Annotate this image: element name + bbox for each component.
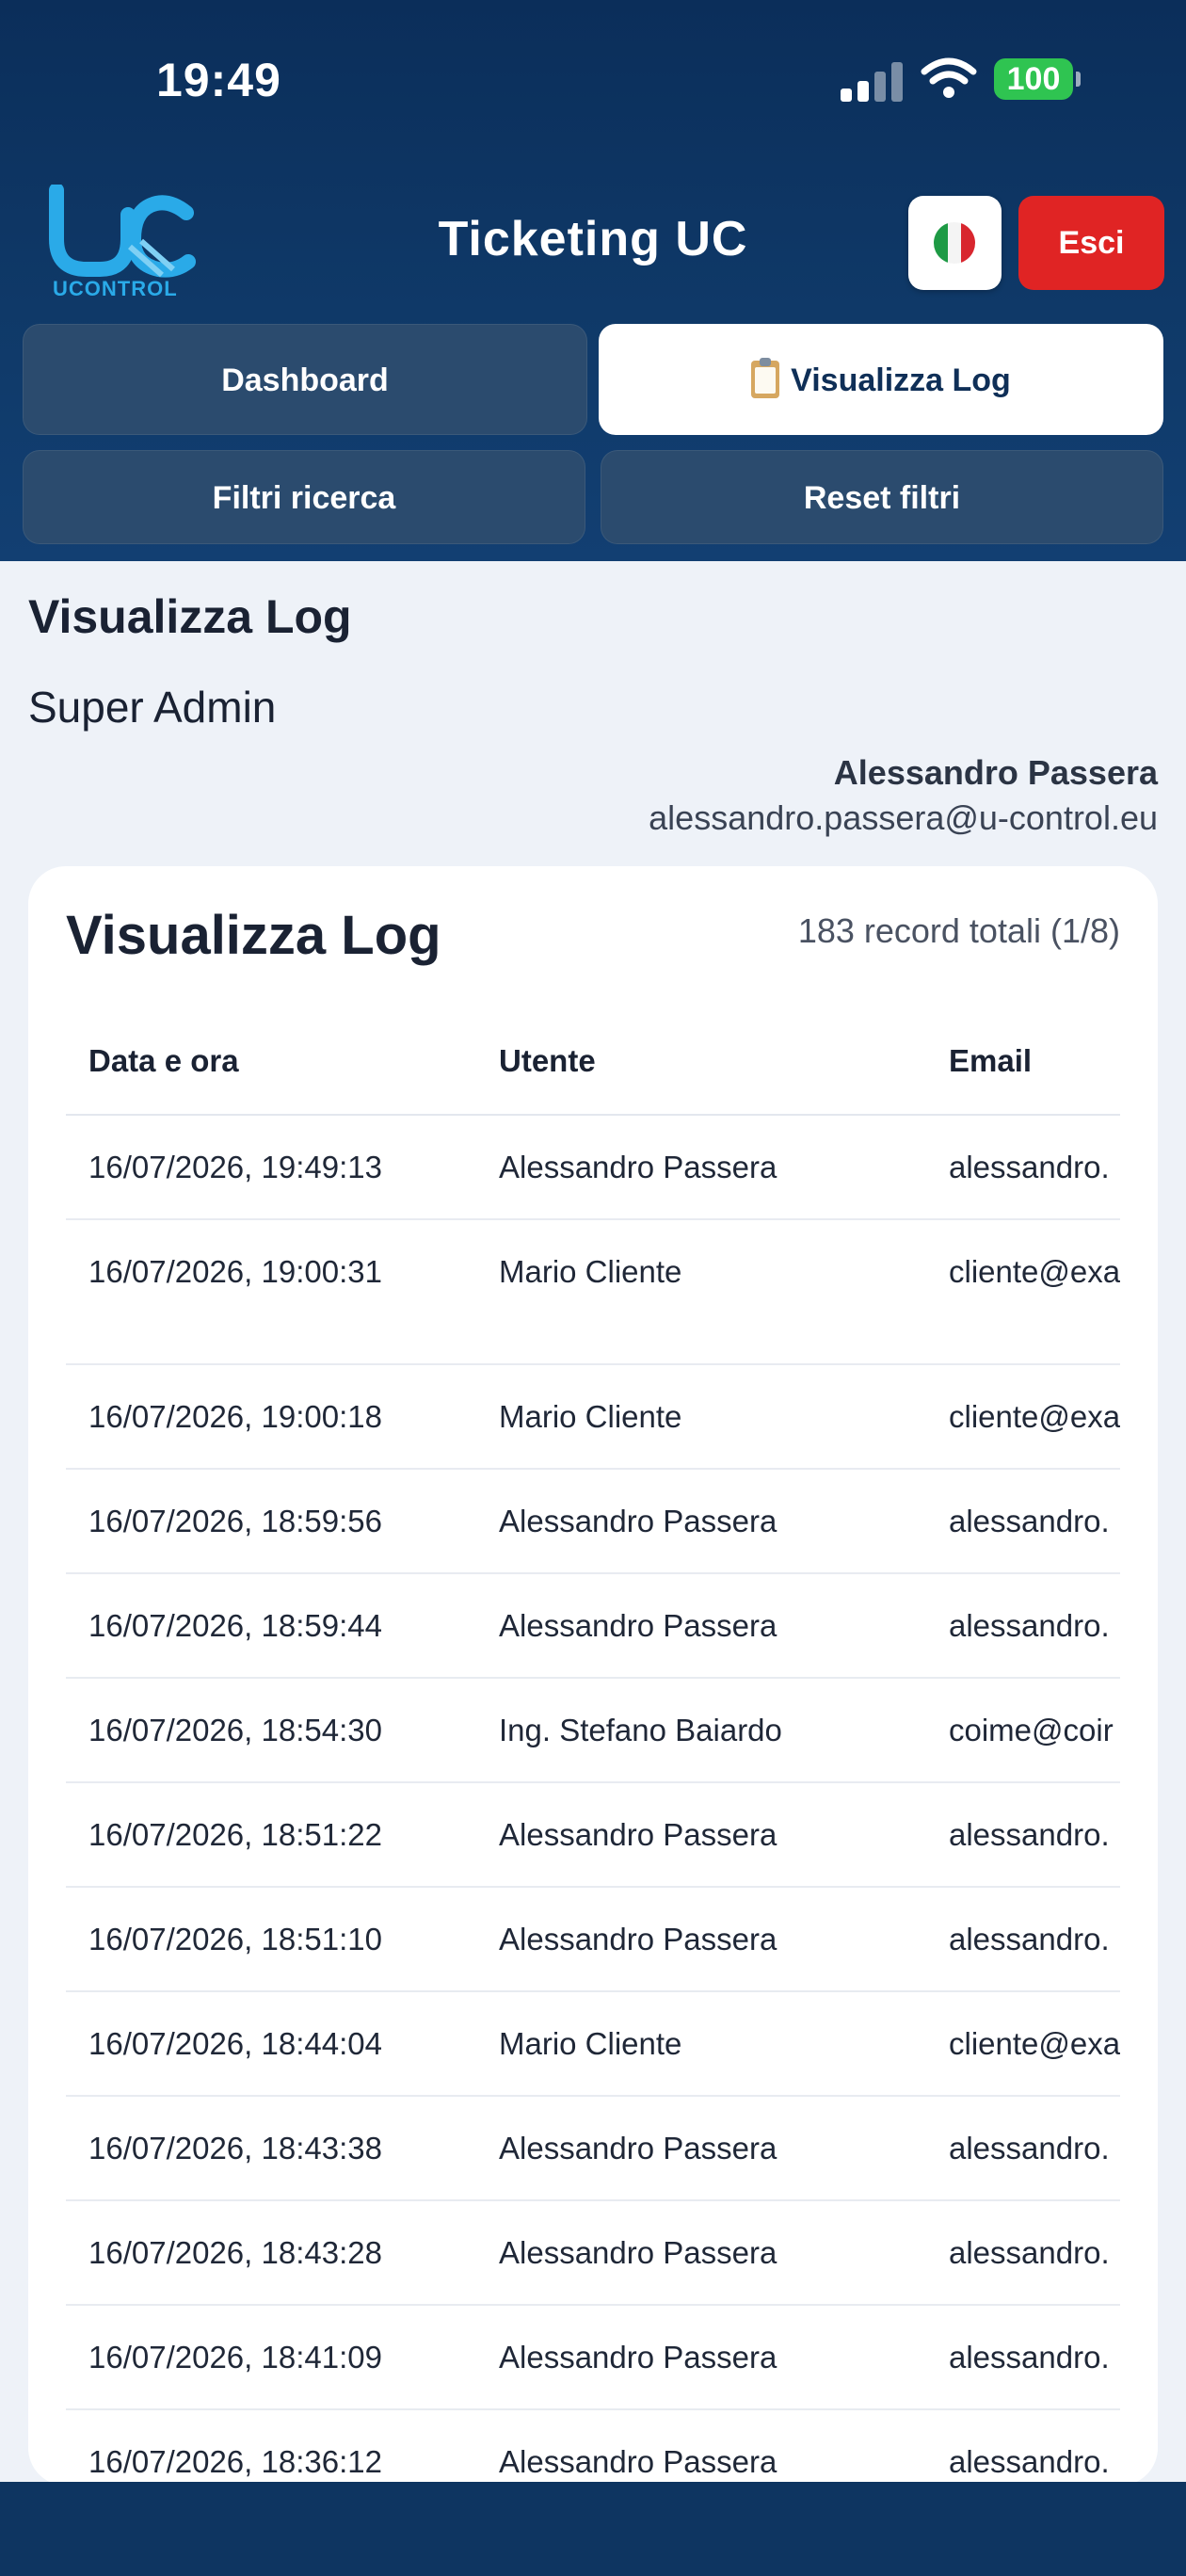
column-header-email: Email — [926, 1007, 1120, 1116]
cell-datetime: 16/07/2026, 18:59:56 — [66, 1469, 476, 1574]
cell-user: Alessandro Passera — [476, 2200, 926, 2306]
cell-email: alessandro. — [926, 1115, 1120, 1220]
cell-datetime: 16/07/2026, 18:54:30 — [66, 1678, 476, 1783]
logo-text: UCONTROL — [53, 277, 178, 300]
table-header-row: Data e ora Utente Email — [66, 1007, 1120, 1116]
language-button[interactable] — [908, 196, 1002, 290]
cell-datetime: 16/07/2026, 18:59:44 — [66, 1573, 476, 1679]
table-row[interactable]: 16/07/2026, 18:43:38 Alessandro Passera al… — [66, 2096, 1120, 2201]
cell-user: Alessandro Passera — [476, 1573, 926, 1679]
table-row[interactable]: 16/07/2026, 18:36:12 Alessandro Passera al… — [66, 2409, 1120, 2486]
log-card-title: Visualizza Log — [66, 905, 441, 966]
table-row[interactable]: 16/07/2026, 19:00:31 Mario Cliente cliente… — [66, 1219, 1120, 1365]
cell-email: alessandro. — [926, 1573, 1120, 1679]
record-count: 183 record totali (1/8) — [797, 911, 1120, 950]
logout-button[interactable]: Esci — [1018, 196, 1164, 290]
cell-email: coime@coir — [926, 1678, 1120, 1783]
cell-email: alessandro. — [926, 1782, 1120, 1888]
cell-email: alessandro. — [926, 2305, 1120, 2410]
user-role: Super Admin — [28, 683, 277, 732]
cell-user: Ing. Stefano Baiardo — [476, 1678, 926, 1783]
cellular-signal-icon — [841, 58, 903, 102]
table-row[interactable]: 16/07/2026, 18:41:09 Alessandro Passera al… — [66, 2305, 1120, 2410]
table-row[interactable]: 16/07/2026, 18:51:10 Alessandro Passera al… — [66, 1887, 1120, 1992]
table-row[interactable]: 16/07/2026, 18:54:30 Ing. Stefano Baiardo… — [66, 1678, 1120, 1783]
table-row[interactable]: 16/07/2026, 19:49:13 Alessandro Passera al… — [66, 1115, 1120, 1220]
status-time: 19:49 — [156, 54, 281, 106]
search-filters-label: Filtri ricerca — [212, 480, 396, 516]
cell-email: alessandro. — [926, 1887, 1120, 1992]
view-log-label: Visualizza Log — [791, 362, 1011, 398]
user-name: Alessandro Passera — [833, 753, 1158, 792]
cell-datetime: 16/07/2026, 18:43:28 — [66, 2200, 476, 2306]
cell-user: Alessandro Passera — [476, 2409, 926, 2486]
app-header: 19:49 100 UCONTROL Ticketing UC Esci Das… — [0, 0, 1186, 561]
table-row[interactable]: 16/07/2026, 18:59:56 Alessandro Passera al… — [66, 1469, 1120, 1574]
table-row[interactable]: 16/07/2026, 18:59:44 Alessandro Passera al… — [66, 1573, 1120, 1679]
cell-email: alessandro. — [926, 2409, 1120, 2486]
cell-datetime: 16/07/2026, 18:43:38 — [66, 2096, 476, 2201]
app-title: Ticketing UC — [438, 212, 748, 266]
log-table: Data e ora Utente Email 16/07/2026, 19:4… — [66, 1007, 1120, 2486]
cell-datetime: 16/07/2026, 19:00:31 — [66, 1219, 476, 1365]
reset-filters-button[interactable]: Reset filtri — [601, 450, 1163, 544]
cell-datetime: 16/07/2026, 18:51:22 — [66, 1782, 476, 1888]
cell-user: Alessandro Passera — [476, 1469, 926, 1574]
table-row[interactable]: 16/07/2026, 18:43:28 Alessandro Passera al… — [66, 2200, 1120, 2306]
column-header-datetime: Data e ora — [66, 1007, 476, 1116]
column-header-user: Utente — [476, 1007, 926, 1116]
cell-datetime: 16/07/2026, 19:49:13 — [66, 1115, 476, 1220]
view-log-button[interactable]: Visualizza Log — [599, 324, 1163, 435]
table-row[interactable]: 16/07/2026, 19:00:18 Mario Cliente cliente… — [66, 1364, 1120, 1470]
cell-email: alessandro. — [926, 2096, 1120, 2201]
dashboard-button[interactable]: Dashboard — [23, 324, 587, 435]
cell-datetime: 16/07/2026, 18:51:10 — [66, 1887, 476, 1992]
battery-indicator: 100 — [994, 58, 1081, 100]
table-row[interactable]: 16/07/2026, 18:51:22 Alessandro Passera al… — [66, 1782, 1120, 1888]
bottom-bar — [0, 2482, 1186, 2576]
page-title: Visualizza Log — [28, 590, 352, 643]
cell-datetime: 16/07/2026, 19:00:18 — [66, 1364, 476, 1470]
dashboard-label: Dashboard — [221, 362, 389, 398]
cell-user: Mario Cliente — [476, 1219, 926, 1365]
cell-datetime: 16/07/2026, 18:41:09 — [66, 2305, 476, 2410]
cell-email: cliente@exa — [926, 1364, 1120, 1470]
log-card: Visualizza Log 183 record totali (1/8) D… — [28, 866, 1158, 2486]
cell-email: alessandro. — [926, 2200, 1120, 2306]
cell-email: alessandro. — [926, 1469, 1120, 1574]
cell-email: cliente@exa — [926, 1991, 1120, 2097]
log-table-scroll[interactable]: Data e ora Utente Email 16/07/2026, 19:4… — [66, 1007, 1120, 2486]
cell-user: Mario Cliente — [476, 1364, 926, 1470]
cell-user: Mario Cliente — [476, 1991, 926, 2097]
wifi-icon — [921, 57, 977, 98]
cell-email: cliente@exa — [926, 1219, 1120, 1365]
table-row[interactable]: 16/07/2026, 18:44:04 Mario Cliente cliente… — [66, 1991, 1120, 2097]
italian-flag-icon — [934, 222, 975, 264]
cell-user: Alessandro Passera — [476, 1115, 926, 1220]
cell-user: Alessandro Passera — [476, 2305, 926, 2410]
clipboard-icon — [751, 358, 780, 398]
cell-datetime: 16/07/2026, 18:36:12 — [66, 2409, 476, 2486]
cell-user: Alessandro Passera — [476, 1887, 926, 1992]
cell-user: Alessandro Passera — [476, 2096, 926, 2201]
cell-datetime: 16/07/2026, 18:44:04 — [66, 1991, 476, 2097]
reset-filters-label: Reset filtri — [803, 480, 961, 516]
cell-user: Alessandro Passera — [476, 1782, 926, 1888]
user-email: alessandro.passera@u-control.eu — [649, 798, 1158, 837]
search-filters-button[interactable]: Filtri ricerca — [23, 450, 585, 544]
